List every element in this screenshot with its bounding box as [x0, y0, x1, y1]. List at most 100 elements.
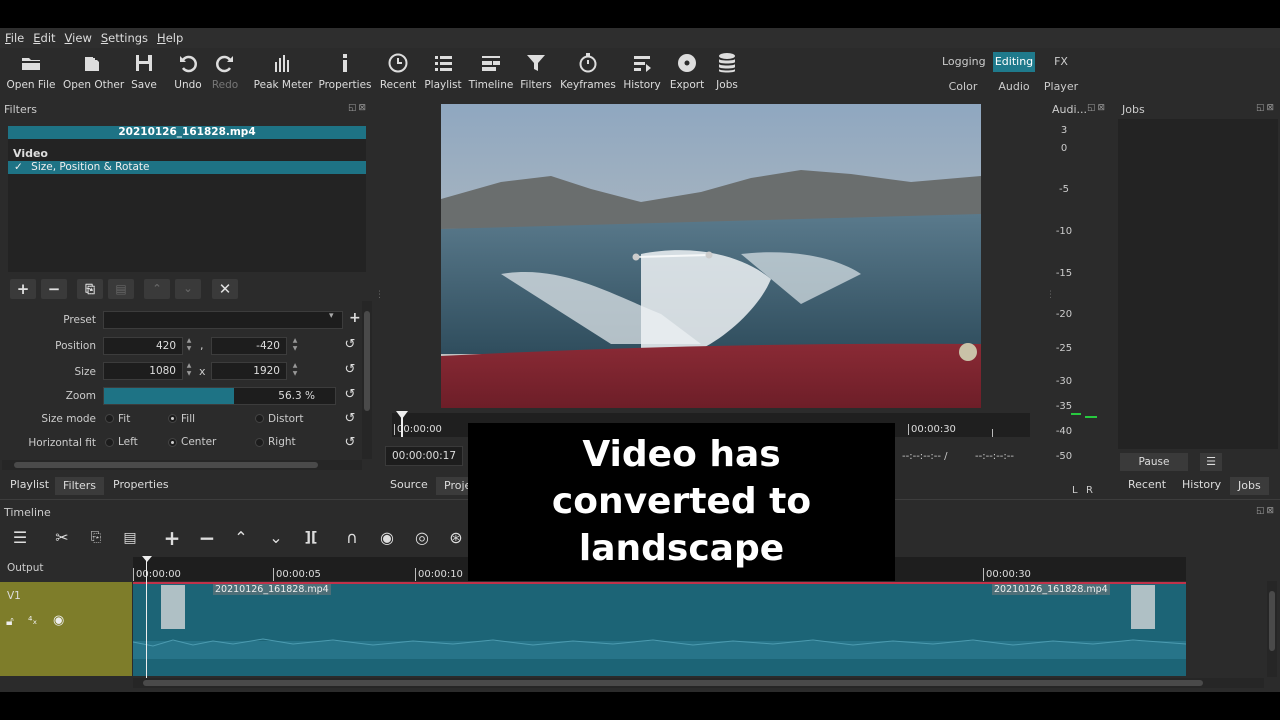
video-preview[interactable] — [441, 104, 981, 408]
visibility-eye-icon[interactable]: ◉ — [53, 613, 64, 628]
tab-jobs[interactable]: Jobs — [1230, 477, 1269, 495]
layout-color[interactable]: Color — [942, 77, 984, 97]
lock-icon[interactable]: 🔓︎ — [6, 614, 14, 629]
timeline-dock-icons[interactable]: ◱⊠ — [1256, 506, 1276, 516]
menu-view[interactable]: View — [65, 31, 92, 45]
menu-edit[interactable]: Edit — [33, 31, 55, 45]
move-up-icon[interactable]: ⌃ — [144, 279, 170, 299]
keyframes-label: Keyframes — [560, 79, 616, 91]
properties-button[interactable]: Properties — [315, 52, 375, 91]
layout-editing[interactable]: Editing — [993, 52, 1035, 72]
size-mode-fill-radio[interactable] — [168, 414, 177, 423]
splitter-handle[interactable]: ⋮ — [375, 290, 384, 300]
size-height-field[interactable]: 1920 — [211, 362, 287, 380]
layout-fx[interactable]: FX — [1045, 52, 1077, 72]
add-filter-button[interactable]: + — [10, 279, 36, 299]
lift-icon[interactable]: ⌃ — [229, 527, 253, 549]
layout-logging[interactable]: Logging — [942, 52, 986, 72]
position-y-stepper[interactable]: ▲ ▼ — [290, 337, 300, 355]
ripple-target-icon[interactable]: ◎ — [410, 527, 434, 549]
menu-bar: File Edit View Settings Help — [0, 28, 1280, 48]
deselect-filter-icon[interactable]: ✕ — [212, 279, 238, 299]
properties-hscrollbar[interactable] — [2, 460, 362, 470]
add-preset-icon[interactable]: + — [349, 310, 361, 326]
menu-settings[interactable]: Settings — [101, 31, 148, 45]
paste-filter-icon[interactable]: ▤ — [108, 279, 134, 299]
timecode-field[interactable]: 00:00:00:17 — [385, 446, 463, 466]
open-other-icon — [85, 54, 99, 71]
hfit-center-radio[interactable] — [168, 438, 177, 447]
track-header-v1[interactable]: V1 🔓︎ ⁴ₓ ◉ — [0, 582, 132, 676]
tab-filters[interactable]: Filters — [55, 477, 104, 495]
reset-size-icon[interactable]: ↺ — [342, 362, 358, 378]
timeline-playhead-icon[interactable] — [142, 556, 152, 562]
timeline-playhead[interactable] — [146, 556, 147, 678]
snap-magnet-icon[interactable]: ∩ — [340, 527, 364, 549]
tab-properties[interactable]: Properties — [105, 476, 177, 494]
ripple-all-icon[interactable]: ⊛ — [444, 527, 468, 549]
menu-file[interactable]: File — [5, 31, 24, 45]
timeline-clip[interactable]: 20210126_161828.mp4 20210126_161828.mp4 — [133, 582, 1186, 676]
jobs-menu-icon[interactable]: ☰ — [1200, 453, 1222, 471]
move-down-icon[interactable]: ⌄ — [175, 279, 201, 299]
position-label: Position — [55, 340, 96, 352]
menu-help[interactable]: Help — [157, 31, 183, 45]
timeline-menu-icon[interactable]: ☰ — [8, 527, 32, 549]
ripple-delete-icon[interactable]: − — [195, 527, 219, 549]
hfit-right-radio[interactable] — [255, 438, 264, 447]
tab-source[interactable]: Source — [382, 476, 436, 494]
keyframes-button[interactable]: Keyframes — [558, 52, 618, 91]
layout-audio[interactable]: Audio — [993, 77, 1035, 97]
hfit-left-radio[interactable] — [105, 438, 114, 447]
timeline-hscrollbar[interactable] — [133, 678, 1264, 688]
dock-float-close-icon[interactable]: ◱⊠ — [348, 103, 368, 113]
append-icon[interactable]: + — [160, 527, 184, 549]
splitter-handle[interactable]: ⋮ — [1046, 290, 1055, 300]
size-height-stepper[interactable]: ▲ ▼ — [290, 362, 300, 380]
timeline-panel-title: Timeline — [4, 506, 51, 519]
open-file-button[interactable]: Open File — [1, 52, 61, 91]
jobs-dock-icons[interactable]: ◱⊠ — [1256, 103, 1276, 113]
checkmark-icon[interactable]: ✓ — [14, 161, 23, 173]
reset-hfit-icon[interactable]: ↺ — [342, 435, 358, 451]
copy-icon[interactable]: ⎘ — [84, 527, 108, 549]
tab-history[interactable]: History — [1174, 476, 1229, 494]
audio-dock-icons[interactable]: ◱⊠ — [1087, 103, 1107, 113]
filters-panel-title: Filters — [4, 103, 37, 116]
timeline-vscrollbar[interactable] — [1267, 581, 1277, 677]
tab-playlist[interactable]: Playlist — [2, 476, 57, 494]
position-y-field[interactable]: -420 — [211, 337, 287, 355]
pause-jobs-button[interactable]: Pause — [1120, 453, 1188, 471]
jobs-button[interactable]: Jobs — [697, 52, 757, 91]
scrub-eye-icon[interactable]: ◉ — [375, 527, 399, 549]
size-mode-distort-radio[interactable] — [255, 414, 264, 423]
reset-position-icon[interactable]: ↺ — [342, 337, 358, 353]
redo-button[interactable]: Redo — [195, 52, 255, 91]
filter-item-size-position-rotate[interactable]: ✓ Size, Position & Rotate — [8, 161, 366, 174]
layout-player[interactable]: Player — [1041, 77, 1081, 97]
paste-icon[interactable]: ▤ — [118, 527, 142, 549]
filters-button[interactable]: Filters — [506, 52, 566, 91]
copy-filter-icon[interactable]: ⎘ — [77, 279, 103, 299]
split-icon[interactable]: ][ — [299, 527, 323, 549]
size-mode-fit-radio[interactable] — [105, 414, 114, 423]
remove-filter-button[interactable]: − — [41, 279, 67, 299]
size-width-field[interactable]: 1080 — [103, 362, 183, 380]
zoom-slider[interactable]: 56.3 % — [103, 387, 336, 405]
mute-icon[interactable]: ⁴ₓ — [28, 614, 37, 627]
position-x-field[interactable]: 420 — [103, 337, 183, 355]
overwrite-icon[interactable]: ⌄ — [264, 527, 288, 549]
preset-select[interactable] — [103, 311, 343, 329]
size-mode-label: Size mode — [41, 413, 96, 425]
jobs-label: Jobs — [716, 79, 738, 91]
position-x-stepper[interactable]: ▲ ▼ — [184, 337, 194, 355]
reset-size-mode-icon[interactable]: ↺ — [342, 411, 358, 427]
properties-vscrollbar[interactable] — [362, 301, 372, 459]
video-frame-image — [441, 104, 981, 408]
peak-meter-button[interactable]: Peak Meter — [253, 52, 313, 91]
cut-icon[interactable]: ✂ — [50, 527, 74, 549]
size-width-stepper[interactable]: ▲ ▼ — [184, 362, 194, 380]
level-bar-right — [1085, 416, 1097, 418]
tab-recent[interactable]: Recent — [1120, 476, 1174, 494]
reset-zoom-icon[interactable]: ↺ — [342, 387, 358, 403]
